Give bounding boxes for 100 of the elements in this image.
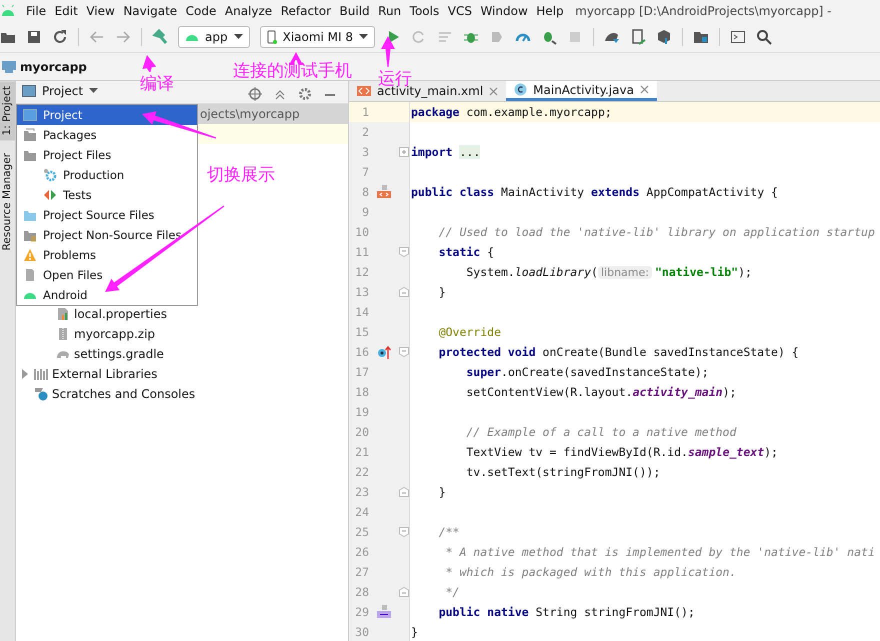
caret-icon bbox=[234, 34, 243, 40]
scratch-clock-icon bbox=[34, 387, 48, 401]
tree-item-label[interactable]: settings.gradle bbox=[74, 347, 164, 361]
menu-item[interactable]: VCS bbox=[448, 4, 472, 18]
line-number: 26 bbox=[354, 545, 369, 559]
tree-item-label[interactable]: myorcapp.zip bbox=[74, 327, 156, 341]
tree-item-label[interactable]: Scratches and Consoles bbox=[52, 387, 196, 401]
folder-view-icon bbox=[23, 148, 37, 162]
menu-item[interactable]: File bbox=[26, 4, 46, 18]
view-selector-dropdown[interactable]: Project bbox=[22, 84, 98, 98]
collapse-icon[interactable] bbox=[274, 89, 286, 101]
editor-tab[interactable]: MainActivity.java bbox=[506, 81, 657, 101]
terminal-icon[interactable] bbox=[730, 29, 746, 45]
forward-arrow-icon[interactable] bbox=[115, 29, 131, 45]
popup-menu-item[interactable]: Project Source Files bbox=[17, 205, 197, 225]
menu-item[interactable]: View bbox=[86, 4, 115, 18]
code-line: tv.setText(stringFromJNI()); bbox=[465, 465, 660, 479]
settings-icon[interactable] bbox=[298, 87, 312, 101]
line-number: 13 bbox=[354, 285, 369, 299]
menu-item[interactable]: Run bbox=[378, 4, 402, 18]
code-line: setContentView(R.layout.activity_main); bbox=[465, 385, 736, 399]
locate-target-icon[interactable] bbox=[248, 87, 262, 101]
menu-item[interactable]: Analyze bbox=[224, 4, 272, 18]
code-line: TextView tv = findViewById(R.id.sample_text); bbox=[465, 445, 778, 459]
close-icon[interactable] bbox=[489, 86, 498, 96]
override-marker-icon[interactable] bbox=[377, 345, 391, 359]
popup-menu-item[interactable]: Android bbox=[17, 285, 197, 305]
hammer-icon[interactable] bbox=[152, 29, 168, 45]
side-tool-tab[interactable]: 1: Project bbox=[0, 81, 15, 140]
bar-chart-icon bbox=[34, 367, 48, 381]
source-view-icon bbox=[23, 208, 37, 222]
menu-item[interactable]: Edit bbox=[54, 4, 78, 18]
run-config-dropdown[interactable]: app bbox=[178, 26, 250, 48]
line-number: 3 bbox=[361, 145, 369, 159]
line-number: 18 bbox=[354, 385, 369, 399]
collapse-fold-icon[interactable] bbox=[399, 527, 409, 537]
class-file-icon bbox=[514, 83, 528, 96]
line-number: 29 bbox=[354, 605, 369, 619]
menu-item[interactable]: Navigate bbox=[123, 4, 178, 18]
code-line: } bbox=[410, 625, 418, 639]
code-line: package com.example.myorcapp; bbox=[410, 105, 612, 119]
line-number: 15 bbox=[354, 325, 369, 339]
line-number: 19 bbox=[354, 405, 369, 419]
expand-arrow-icon[interactable] bbox=[20, 369, 30, 379]
nonsource-view-icon bbox=[23, 228, 37, 242]
tab-label: MainActivity.java bbox=[533, 82, 634, 96]
search-icon[interactable] bbox=[756, 29, 772, 45]
tests-view-icon bbox=[43, 188, 57, 202]
project-structure-icon[interactable] bbox=[693, 29, 710, 45]
line-number: 21 bbox=[354, 445, 369, 459]
device-manager-icon[interactable] bbox=[630, 29, 646, 45]
tree-item-label[interactable]: local.properties bbox=[74, 307, 168, 321]
menu-item[interactable]: Code bbox=[186, 4, 216, 18]
menu-item[interactable]: Help bbox=[536, 4, 564, 18]
menu-item[interactable]: Window bbox=[480, 4, 528, 18]
collapse-fold-icon[interactable] bbox=[399, 247, 409, 257]
close-icon[interactable] bbox=[640, 85, 649, 94]
collapse-fold-icon[interactable] bbox=[399, 587, 409, 597]
popup-menu-item[interactable]: Packages bbox=[17, 125, 197, 145]
menu-item[interactable]: Refactor bbox=[280, 4, 332, 18]
popup-menu-item[interactable]: Open Files bbox=[17, 265, 197, 285]
code-line: import ... bbox=[410, 145, 480, 159]
collapse-fold-icon[interactable] bbox=[399, 487, 409, 497]
popup-menu-item[interactable]: Tests bbox=[17, 185, 197, 205]
expand-fold-icon[interactable] bbox=[399, 147, 409, 157]
tree-item-label[interactable]: External Libraries bbox=[52, 367, 158, 381]
line-number: 2 bbox=[361, 125, 369, 139]
side-tool-tab[interactable]: Resource Manager bbox=[0, 148, 15, 256]
android-head-icon bbox=[1, 5, 15, 17]
sdk-box-icon[interactable] bbox=[656, 29, 672, 45]
code-line: } bbox=[438, 285, 446, 299]
phone-icon bbox=[266, 30, 277, 44]
code-line: * A native method that is implemented by the 'native-lib' nati bbox=[444, 545, 875, 559]
code-line: public native String stringFromJNI(); bbox=[438, 605, 695, 619]
collapse-fold-icon[interactable] bbox=[399, 347, 409, 357]
device-dropdown[interactable]: Xiaomi MI 8 bbox=[260, 26, 376, 48]
popup-menu-item[interactable]: Project bbox=[17, 105, 197, 125]
menu-item[interactable]: Tools bbox=[410, 4, 440, 18]
xml-link-icon[interactable] bbox=[377, 185, 391, 199]
sync-icon[interactable] bbox=[52, 29, 68, 45]
line-number: 11 bbox=[354, 245, 369, 259]
project-module-icon bbox=[2, 60, 16, 72]
collapse-fold-icon[interactable] bbox=[399, 287, 409, 297]
line-number: 24 bbox=[354, 505, 369, 519]
menu-item[interactable]: Build bbox=[340, 4, 370, 18]
zip-file-icon bbox=[56, 327, 70, 341]
code-line: public class MainActivity extends AppCompatActivity { bbox=[410, 185, 778, 199]
line-number: 20 bbox=[354, 425, 369, 439]
popup-menu-item[interactable]: Problems bbox=[17, 245, 197, 265]
line-number: 10 bbox=[354, 225, 369, 239]
breadcrumb-item[interactable]: myorcapp bbox=[20, 60, 87, 74]
save-icon[interactable] bbox=[26, 29, 42, 45]
cpp-link-icon[interactable] bbox=[377, 605, 391, 619]
code-line: // Used to load the 'native-lib' library on application startup bbox=[438, 225, 875, 239]
popup-menu-item[interactable]: Production bbox=[17, 165, 197, 185]
code-line: super.onCreate(savedInstanceState); bbox=[465, 365, 709, 379]
problems-view-icon bbox=[23, 248, 37, 262]
back-arrow-icon[interactable] bbox=[89, 29, 105, 45]
line-number: 9 bbox=[361, 205, 369, 219]
popup-menu-item[interactable]: Project Files bbox=[17, 145, 197, 165]
